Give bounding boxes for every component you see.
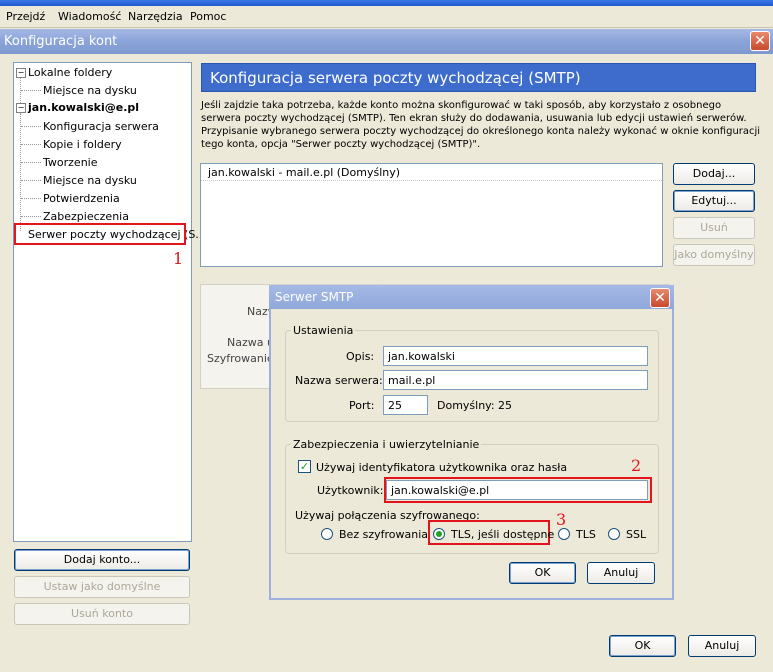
menu-pomoc[interactable]: Pomoc [190, 10, 226, 23]
port-default-value: 25 [498, 399, 512, 412]
tree-item-disk-space[interactable]: Miejsce na dysku [43, 174, 137, 187]
radio-tls-label: TLS [576, 528, 596, 541]
marker-2: 2 [631, 456, 642, 475]
add-account-button[interactable]: Dodaj konto... [14, 549, 190, 571]
tree-item-receipts[interactable]: Potwierdzenia [43, 192, 120, 205]
ok-button[interactable]: OK [609, 635, 676, 657]
radio-tls-if-available[interactable] [433, 528, 445, 540]
close-icon: ✕ [654, 290, 666, 306]
radio-no-encryption-label: Bez szyfrowania [339, 528, 428, 541]
port-label: Port: [349, 399, 375, 412]
menu-wiadomosc[interactable]: Wiadomość [58, 10, 121, 23]
use-auth-label: Używaj identyfikatora użytkownika oraz h… [316, 461, 568, 474]
tree-item-composition[interactable]: Tworzenie [43, 156, 97, 169]
list-item[interactable]: jan.kowalski - mail.e.pl (Domyślny) [201, 164, 662, 181]
smtp-add-button[interactable]: Dodaj... [673, 163, 755, 185]
section-description: Jeśli zajdzie taka potrzeba, każde konto… [201, 100, 761, 150]
tree-item-copies[interactable]: Kopie i foldery [43, 138, 122, 151]
smtp-default-button[interactable]: Jako domyślny [673, 244, 755, 266]
detail-encryption-label: Szyfrowanie [207, 352, 274, 365]
menu-przejdz[interactable]: Przejdź [6, 10, 45, 23]
tree-item-local-folders[interactable]: Lokalne foldery [28, 66, 112, 79]
menu-narzedzia[interactable]: Narzędzia [128, 10, 183, 23]
close-icon: ✕ [754, 33, 766, 49]
radio-ssl[interactable] [608, 528, 620, 540]
username-input[interactable]: jan.kowalski@e.pl [386, 480, 648, 500]
smtp-remove-button[interactable]: Usuń [673, 217, 755, 239]
smtp-edit-button[interactable]: Edytuj... [673, 190, 755, 212]
cancel-button[interactable]: Anuluj [688, 635, 756, 657]
use-auth-checkbox[interactable]: ✓ [298, 460, 311, 473]
port-default-label: Domyślny: [437, 399, 495, 412]
tree-item-server-config[interactable]: Konfiguracja serwera [43, 120, 159, 133]
dialog-cancel-button[interactable]: Anuluj [587, 562, 655, 584]
port-input[interactable]: 25 [383, 395, 428, 415]
collapse-icon[interactable]: − [16, 68, 26, 78]
radio-tls[interactable] [558, 528, 570, 540]
radio-no-encryption[interactable] [321, 528, 333, 540]
server-name-input[interactable]: mail.e.pl [383, 370, 648, 390]
account-tree[interactable]: − Lokalne foldery Miejsce na dysku − jan… [13, 62, 206, 542]
smtp-dialog-title: Serwer SMTP [275, 290, 354, 304]
smtp-dialog-titlebar: Serwer SMTP [269, 285, 674, 309]
dialog-ok-button[interactable]: OK [509, 562, 576, 584]
dialog-close-button[interactable]: ✕ [650, 288, 670, 308]
menubar: Przejdź Wiadomość Narzędzia Pomoc [0, 6, 773, 28]
window-close-button[interactable]: ✕ [750, 31, 770, 51]
section-header: Konfiguracja serwera poczty wychodzącej … [201, 63, 756, 92]
set-default-account-button[interactable]: Ustaw jako domyślne [14, 576, 190, 598]
tree-item-security[interactable]: Zabezpieczenia [43, 210, 129, 223]
radio-ssl-label: SSL [626, 528, 647, 541]
highlight-box-1 [14, 223, 186, 245]
marker-3: 3 [556, 510, 567, 529]
description-label: Opis: [346, 350, 375, 363]
tree-item-local-disk[interactable]: Miejsce na dysku [43, 84, 137, 97]
marker-1: 1 [173, 249, 184, 268]
tree-item-account[interactable]: jan.kowalski@e.pl [28, 101, 139, 114]
server-name-label: Nazwa serwera: [295, 374, 383, 387]
username-label: Użytkownik: [317, 484, 384, 497]
window-titlebar: Konfiguracja kont [0, 29, 773, 54]
window-title: Konfiguracja kont [4, 34, 118, 49]
remove-account-button[interactable]: Usuń konto [14, 603, 190, 625]
description-input[interactable]: jan.kowalski [383, 346, 648, 366]
settings-group-label: Ustawienia [291, 324, 356, 337]
smtp-server-list[interactable]: jan.kowalski - mail.e.pl (Domyślny) [200, 163, 663, 267]
detail-user-label: Nazwa u [227, 336, 274, 349]
collapse-icon[interactable]: − [16, 103, 26, 113]
radio-tls-if-available-label: TLS, jeśli dostępne [451, 528, 555, 541]
security-group-label: Zabezpieczenia i uwierzytelnianie [291, 438, 482, 451]
